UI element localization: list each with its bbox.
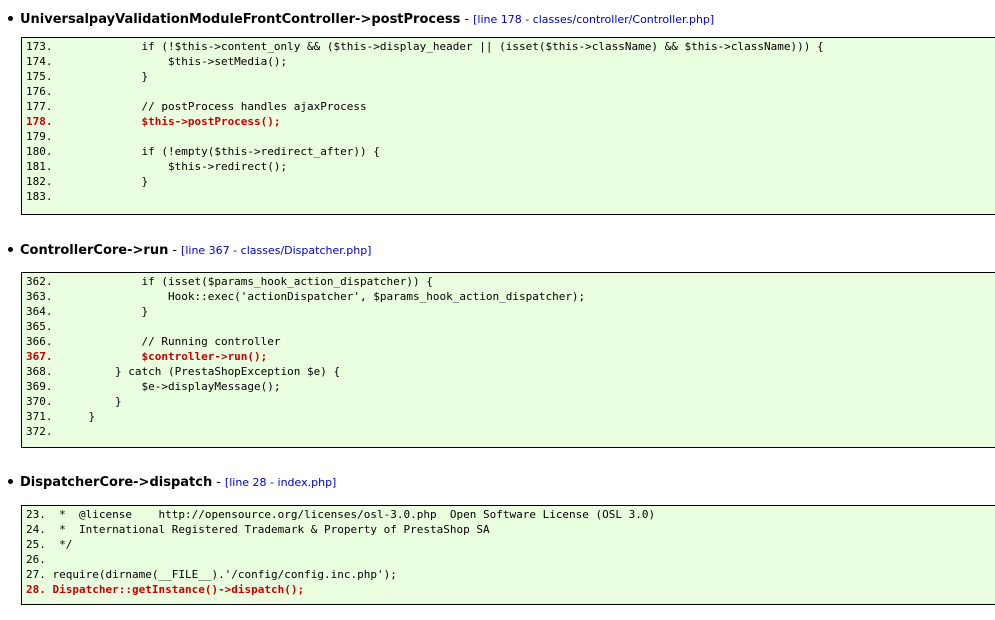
code-text: if (isset($params_hook_action_dispatcher… — [62, 275, 433, 288]
code-text: if (!$this->content_only && ($this->disp… — [62, 40, 824, 53]
line-number: 368. — [26, 365, 53, 378]
line-number: 24. — [26, 523, 53, 536]
code-line: 180. if (!empty($this->redirect_after)) … — [22, 144, 995, 159]
source-location-link[interactable]: [line 178 - classes/controller/Controlle… — [473, 13, 714, 26]
code-line-highlighted: 28. Dispatcher::getInstance()->dispatch(… — [22, 582, 995, 597]
code-line: 362. if (isset($params_hook_action_dispa… — [22, 274, 995, 289]
code-text: // Running controller — [62, 335, 281, 348]
code-text: * International Registered Trademark & P… — [52, 523, 490, 536]
code-text: } — [62, 305, 149, 318]
code-text: $this->setMedia(); — [62, 55, 288, 68]
bullet-icon — [8, 16, 13, 21]
line-number: 370. — [26, 395, 53, 408]
code-text: */ — [52, 538, 73, 551]
line-number: 26. — [26, 553, 53, 566]
line-number: 369. — [26, 380, 53, 393]
function-name: UniversalpayValidationModuleFrontControl… — [20, 12, 461, 27]
line-number: 25. — [26, 538, 53, 551]
line-number: 372. — [26, 425, 53, 438]
code-line: 370. } — [22, 394, 995, 409]
source-location-link[interactable]: [line 367 - classes/Dispatcher.php] — [181, 244, 371, 257]
trace-header: ControllerCore->run - [line 367 - classes/… — [8, 241, 371, 261]
code-text: } catch (PrestaShopException $e) { — [62, 365, 341, 378]
code-text: * @license http://opensource.org/license… — [52, 508, 656, 521]
code-line: 366. // Running controller — [22, 334, 995, 349]
code-line: 372. — [22, 424, 995, 439]
line-number: 365. — [26, 320, 53, 333]
code-text: } — [62, 410, 96, 423]
line-number: 174. — [26, 55, 53, 68]
code-line: 179. — [22, 129, 995, 144]
line-number: 176. — [26, 85, 53, 98]
separator: - — [216, 475, 221, 490]
code-line: 174. $this->setMedia(); — [22, 54, 995, 69]
code-text: if (!empty($this->redirect_after)) { — [62, 145, 380, 158]
code-line: 25. */ — [22, 537, 995, 552]
code-line: 364. } — [22, 304, 995, 319]
code-text: $controller->run(); — [62, 350, 268, 363]
separator: - — [172, 243, 178, 258]
code-text: $this->postProcess(); — [62, 115, 281, 128]
code-line: 173. if (!$this->content_only && ($this-… — [22, 39, 995, 54]
code-text: // postProcess handles ajaxProcess — [62, 100, 367, 113]
line-number: 177. — [26, 100, 53, 113]
line-number: 28. — [26, 583, 53, 596]
code-text: } — [62, 175, 149, 188]
code-line: 371. } — [22, 409, 995, 424]
code-line: 175. } — [22, 69, 995, 84]
line-number: 183. — [26, 190, 53, 203]
code-excerpt: 362. if (isset($params_hook_action_dispa… — [21, 272, 995, 448]
code-text: Dispatcher::getInstance()->dispatch(); — [52, 583, 305, 596]
code-line-highlighted: 178. $this->postProcess(); — [22, 114, 995, 129]
line-number: 178. — [26, 115, 53, 128]
code-line: 368. } catch (PrestaShopException $e) { — [22, 364, 995, 379]
function-name: DispatcherCore->dispatch — [20, 475, 213, 490]
code-line: 365. — [22, 319, 995, 334]
code-excerpt: 23. * @license http://opensource.org/lic… — [21, 505, 995, 605]
code-text: $e->displayMessage(); — [62, 380, 281, 393]
line-number: 182. — [26, 175, 53, 188]
code-line: 177. // postProcess handles ajaxProcess — [22, 99, 995, 114]
bullet-icon — [8, 479, 13, 484]
trace-header: DispatcherCore->dispatch - [line 28 - inde… — [8, 473, 336, 493]
code-line: 181. $this->redirect(); — [22, 159, 995, 174]
line-number: 179. — [26, 130, 53, 143]
code-text: } — [62, 395, 122, 408]
code-line: 26. — [22, 552, 995, 567]
code-text: require(dirname(__FILE__).'/config/confi… — [52, 568, 397, 581]
code-text: } — [62, 70, 149, 83]
code-line: 176. — [22, 84, 995, 99]
code-text: Hook::exec('actionDispatcher', $params_h… — [62, 290, 586, 303]
code-line: 363. Hook::exec('actionDispatcher', $par… — [22, 289, 995, 304]
line-number: 366. — [26, 335, 53, 348]
line-number: 364. — [26, 305, 53, 318]
code-line: 182. } — [22, 174, 995, 189]
code-line-highlighted: 367. $controller->run(); — [22, 349, 995, 364]
line-number: 363. — [26, 290, 53, 303]
bullet-icon — [8, 247, 13, 252]
code-excerpt: 173. if (!$this->content_only && ($this-… — [21, 37, 995, 215]
line-number: 362. — [26, 275, 53, 288]
code-text: $this->redirect(); — [62, 160, 288, 173]
line-number: 173. — [26, 40, 53, 53]
separator: - — [464, 12, 470, 27]
code-line: 23. * @license http://opensource.org/lic… — [22, 507, 995, 522]
trace-header: UniversalpayValidationModuleFrontControl… — [8, 10, 714, 30]
code-line: 24. * International Registered Trademark… — [22, 522, 995, 537]
line-number: 23. — [26, 508, 53, 521]
line-number: 175. — [26, 70, 53, 83]
function-name: ControllerCore->run — [20, 243, 169, 258]
code-line: 183. — [22, 189, 995, 204]
line-number: 371. — [26, 410, 53, 423]
line-number: 180. — [26, 145, 53, 158]
line-number: 367. — [26, 350, 53, 363]
line-number: 27. — [26, 568, 53, 581]
code-line: 27. require(dirname(__FILE__).'/config/c… — [22, 567, 995, 582]
line-number: 181. — [26, 160, 53, 173]
code-line: 369. $e->displayMessage(); — [22, 379, 995, 394]
source-location-link[interactable]: [line 28 - index.php] — [225, 476, 336, 489]
